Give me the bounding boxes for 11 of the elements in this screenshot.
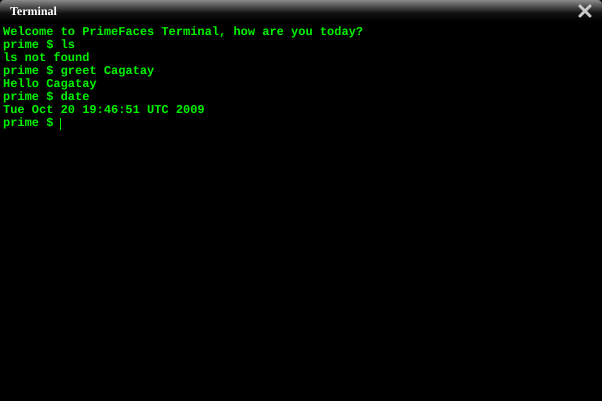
terminal-line: Tue Oct 20 19:46:51 UTC 2009: [3, 104, 206, 117]
terminal-line: Hello Cagatay: [3, 78, 98, 91]
terminal-line: prime $ ls: [3, 39, 76, 52]
terminal-line: prime $ greet Cagatay: [3, 65, 156, 78]
terminal-line: ls not found: [3, 52, 90, 65]
window-title: Terminal: [10, 4, 57, 18]
prompt-text: prime $: [3, 117, 54, 130]
text-cursor[interactable]: [60, 118, 62, 130]
terminal-line: Welcome to PrimeFaces Terminal, how are you today?: [3, 26, 364, 39]
close-icon[interactable]: [578, 4, 592, 18]
terminal-line: prime $ date: [3, 91, 90, 104]
